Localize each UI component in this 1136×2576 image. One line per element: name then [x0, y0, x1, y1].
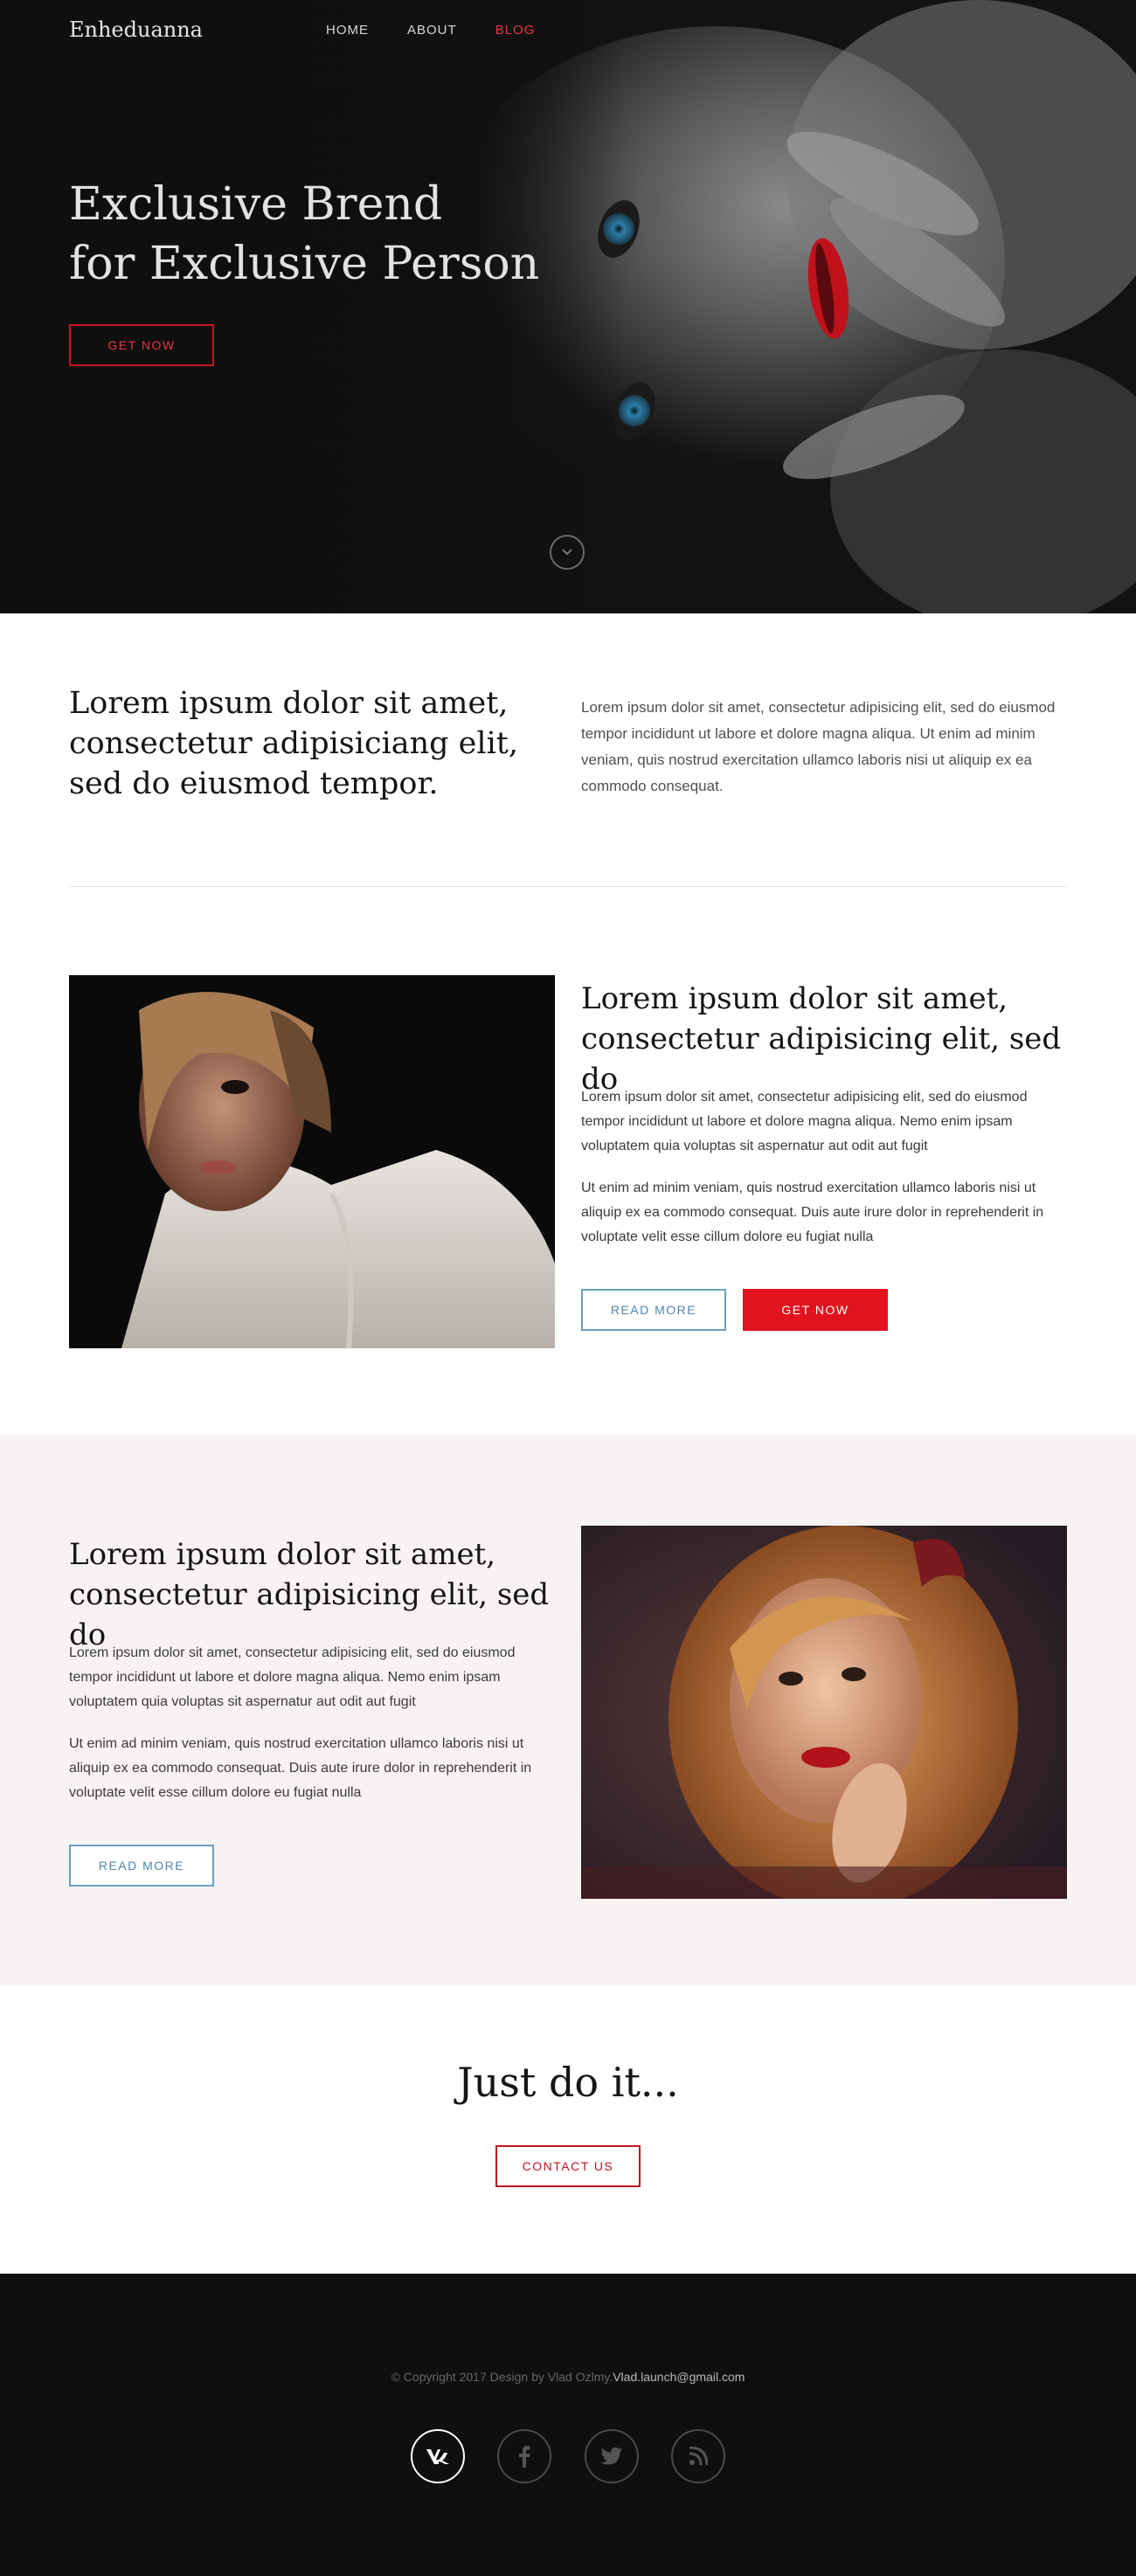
social-links [411, 2429, 725, 2483]
intro-heading: Lorem ipsum dolor sit amet, consectetur … [69, 686, 518, 801]
twitter-glyph [600, 2447, 622, 2465]
brand-logo[interactable]: Enheduanna [69, 17, 203, 42]
section-divider [69, 886, 1067, 887]
feature1-paragraph-1: Lorem ipsum dolor sit amet, consectetur … [581, 1090, 1028, 1153]
feature1-paragraph-2: Ut enim ad minim veniam, quis nostrud ex… [581, 1181, 1044, 1244]
feature1-heading: Lorem ipsum dolor sit amet, consectetur … [581, 981, 1062, 1097]
copyright-text: © Copyright 2017 Design by Vlad Ozlmy. [391, 2370, 613, 2384]
feature1-read-more-button[interactable]: READ MORE [581, 1289, 726, 1331]
feature2-photo [581, 1526, 1067, 1899]
nav-about[interactable]: ABOUT [407, 23, 457, 38]
feature2-heading: Lorem ipsum dolor sit amet, consectetur … [69, 1537, 550, 1652]
hero-get-now-button[interactable]: GET NOW [69, 324, 214, 366]
main-nav: HOME ABOUT BLOG [326, 23, 573, 38]
facebook-glyph [519, 2446, 530, 2468]
feature2-read-more-button[interactable]: READ MORE [69, 1845, 214, 1887]
rss-icon[interactable] [670, 2429, 725, 2483]
footer-email-link[interactable]: Vlad.launch@gmail.com [613, 2370, 745, 2384]
copyright: © Copyright 2017 Design by Vlad Ozlmy.Vl… [0, 2370, 1136, 2384]
hero-photo [0, 0, 1136, 613]
contact-us-button[interactable]: CONTACT US [495, 2145, 641, 2187]
facebook-icon[interactable] [497, 2429, 552, 2483]
vk-icon[interactable] [411, 2429, 465, 2483]
hero-title: Exclusive Brend for Exclusive Person [69, 175, 593, 294]
feature1-photo [69, 975, 555, 1348]
chevron-down-icon [562, 549, 572, 556]
feature1-get-now-button[interactable]: GET NOW [743, 1289, 888, 1331]
twitter-icon[interactable] [584, 2429, 639, 2483]
feature1-photo-art [69, 975, 555, 1348]
nav-home[interactable]: HOME [326, 23, 369, 38]
footer: © Copyright 2017 Design by Vlad Ozlmy.Vl… [0, 2274, 1136, 2576]
feature2-paragraph-2: Ut enim ad minim veniam, quis nostrud ex… [69, 1736, 532, 1800]
hero-title-line2: for Exclusive Person [69, 238, 540, 290]
nav-blog[interactable]: BLOG [495, 23, 536, 38]
cta-title: Just do it... [457, 2059, 679, 2106]
intro-text: Lorem ipsum dolor sit amet, consectetur … [581, 699, 1056, 794]
vk-glyph [426, 2449, 449, 2464]
scroll-down-button[interactable] [550, 535, 585, 570]
hero-section: Enheduanna HOME ABOUT BLOG Exclusive Bre… [0, 0, 1136, 613]
rss-glyph [689, 2447, 708, 2466]
feature2-photo-art [581, 1526, 1067, 1899]
feature2-paragraph-1: Lorem ipsum dolor sit amet, consectetur … [69, 1645, 516, 1709]
hero-title-line1: Exclusive Brend [69, 178, 443, 231]
